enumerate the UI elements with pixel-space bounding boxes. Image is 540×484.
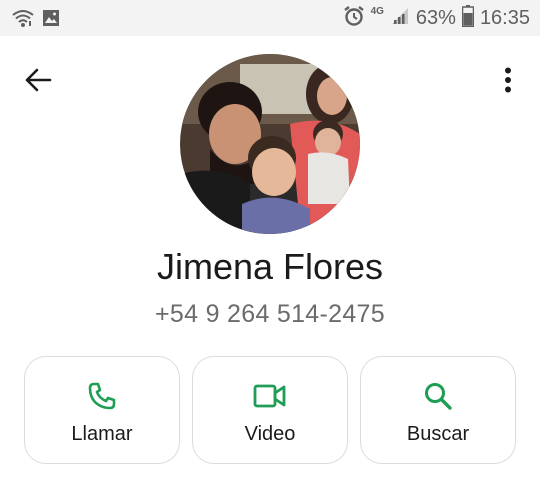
search-icon: [421, 379, 455, 413]
more-vert-icon: [505, 67, 511, 93]
search-button-label: Buscar: [406, 423, 470, 445]
call-button-label: Llamar: [71, 423, 133, 445]
avatar-photo: [180, 54, 360, 234]
contact-name: Jimena Flores: [156, 246, 384, 287]
video-icon: [253, 379, 287, 413]
call-button[interactable]: Llamar: [24, 356, 180, 464]
status-bar: 4G 63% 16:35: [0, 0, 540, 36]
network-type-label: 4G: [370, 6, 384, 17]
contact-actions: Llamar Video Buscar: [24, 356, 516, 464]
arrow-back-icon: [25, 68, 52, 92]
contact-phone-number[interactable]: +54 9 264 514-2475: [0, 296, 540, 332]
video-button-label: Video: [244, 423, 296, 445]
more-options-button[interactable]: [492, 60, 524, 100]
clock-time: 16:35: [479, 7, 530, 29]
signal-icon: [390, 6, 410, 31]
alarm-icon: [343, 5, 365, 32]
video-button[interactable]: Video: [192, 356, 348, 464]
wifi-icon: [12, 8, 34, 33]
battery-icon: [461, 4, 475, 32]
phone-icon: [85, 379, 119, 413]
search-button[interactable]: Buscar: [360, 356, 516, 464]
back-button[interactable]: [18, 60, 58, 100]
battery-percent: 63%: [415, 7, 456, 29]
image-notification-icon: [42, 9, 60, 32]
contact-avatar[interactable]: [180, 54, 360, 234]
